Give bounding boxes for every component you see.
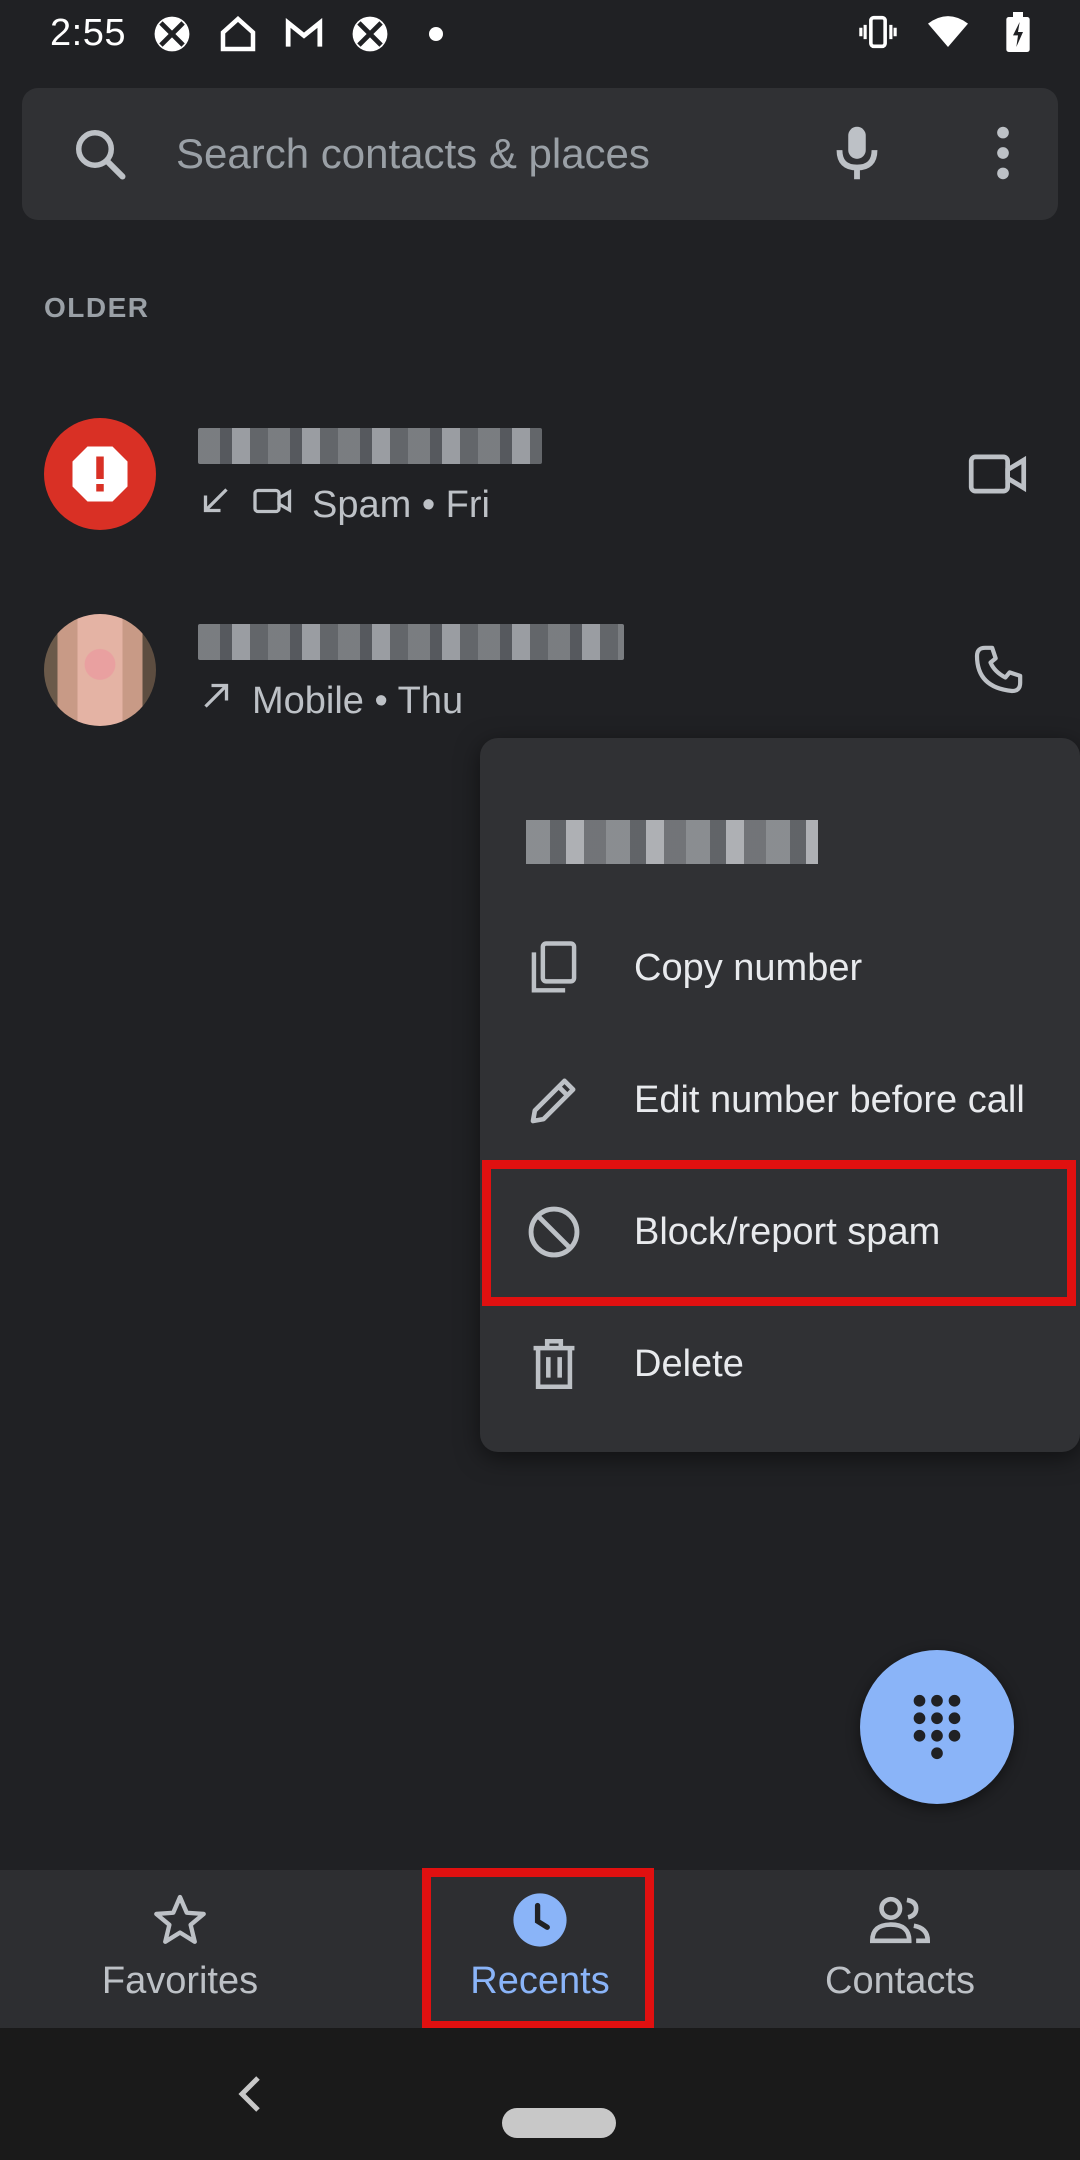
contact-name-redacted [198, 428, 542, 464]
back-chevron-icon [238, 2076, 260, 2112]
search-bar[interactable] [22, 88, 1058, 220]
phone-icon[interactable] [962, 634, 1034, 706]
video-icon [252, 484, 294, 527]
search-input[interactable] [176, 116, 816, 192]
status-time: 2:55 [50, 12, 126, 54]
menu-item-label: Edit number before call [634, 1078, 1025, 1121]
contact-name-redacted [198, 624, 624, 660]
menu-item-copy-number[interactable]: Copy number [480, 902, 1080, 1034]
battery-charging-icon [998, 12, 1038, 52]
gmail-icon [284, 14, 324, 54]
call-details: Mobile • Thu [198, 678, 463, 724]
vibrate-icon [858, 12, 898, 52]
spam-warning-icon [72, 446, 128, 502]
microphone-icon[interactable] [822, 118, 892, 188]
call-details: Spam • Fri [198, 482, 490, 528]
xbox-icon [350, 14, 390, 54]
tab-label: Contacts [825, 1960, 975, 2002]
incoming-missed-arrow-icon [198, 482, 234, 528]
highlight-box-recents [422, 1868, 654, 2030]
context-menu: Copy number Edit number before call Bloc… [480, 738, 1080, 1452]
avatar [44, 614, 156, 726]
back-button[interactable] [220, 2064, 280, 2124]
menu-item-edit-number[interactable]: Edit number before call [480, 1034, 1080, 1166]
trash-icon [524, 1334, 584, 1394]
tab-favorites[interactable]: Favorites [0, 1870, 360, 2028]
video-call-icon[interactable] [962, 438, 1034, 510]
menu-title-redacted [526, 820, 818, 864]
more-options-icon[interactable] [968, 118, 1038, 188]
search-icon[interactable] [70, 124, 130, 184]
home-icon [218, 14, 258, 54]
xbox-icon [152, 14, 192, 54]
section-header-older: OLDER [44, 292, 150, 323]
dot-icon [416, 14, 456, 54]
copy-icon [524, 938, 584, 998]
call-log-row[interactable]: Mobile • Thu [0, 580, 1080, 760]
menu-item-label: Copy number [634, 946, 863, 989]
system-navigation-bar [0, 2028, 1080, 2160]
tab-label: Favorites [101, 1960, 259, 2002]
spam-avatar [44, 418, 156, 530]
menu-item-label: Delete [634, 1342, 744, 1385]
highlight-box-block-spam [482, 1160, 1076, 1306]
system-status-icons [858, 12, 1038, 52]
dialpad-icon [913, 1694, 961, 1760]
outgoing-arrow-icon [198, 678, 234, 724]
people-icon [870, 1890, 930, 1950]
home-pill[interactable] [502, 2108, 616, 2138]
notification-icons [152, 14, 456, 54]
tab-contacts[interactable]: Contacts [720, 1870, 1080, 2028]
wifi-icon [928, 12, 968, 52]
menu-item-delete[interactable]: Delete [480, 1298, 1080, 1430]
call-subtitle: Spam • Fri [312, 483, 490, 526]
dialpad-button[interactable] [860, 1650, 1014, 1804]
call-subtitle: Mobile • Thu [252, 679, 464, 722]
call-log-row[interactable]: Spam • Fri [0, 384, 1080, 564]
pencil-icon [524, 1070, 584, 1130]
status-bar: 2:55 [0, 0, 1080, 70]
star-icon [150, 1890, 210, 1950]
